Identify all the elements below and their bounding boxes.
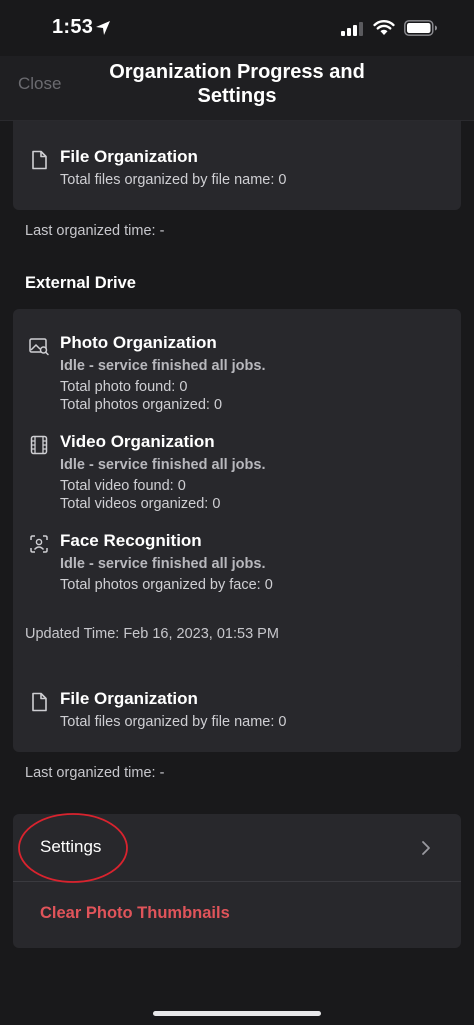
file-icon <box>32 150 47 170</box>
external-file-organization-title: File Organization <box>60 689 198 708</box>
external-last-organized-time: Last organized time: - <box>25 765 165 781</box>
file-icon <box>32 692 47 712</box>
status-time: 1:53 <box>52 16 94 38</box>
page-title-line-2: Settings <box>197 85 277 107</box>
photo-organization-status: Idle - service finished all jobs. <box>60 358 266 374</box>
photo-organized-count: Total photos organized: 0 <box>60 397 223 413</box>
face-organized-count: Total photos organized by face: 0 <box>60 577 273 593</box>
face-recognition-title: Face Recognition <box>60 531 202 550</box>
wifi-icon <box>373 20 395 35</box>
screen: 1:53 Close Organization Progress and Set… <box>0 0 474 1025</box>
settings-row[interactable]: Settings <box>13 814 461 882</box>
video-organization-status: Idle - service finished all jobs. <box>60 457 266 473</box>
status-bar: 1:53 <box>0 0 474 56</box>
updated-time: Updated Time: Feb 16, 2023, 01:53 PM <box>25 626 279 642</box>
close-button[interactable]: Close <box>18 74 61 94</box>
video-organized-count: Total videos organized: 0 <box>60 496 221 512</box>
photo-found-count: Total photo found: 0 <box>60 379 188 395</box>
page-title-line-1: Organization Progress and <box>109 61 365 83</box>
video-found-count: Total video found: 0 <box>60 478 186 494</box>
settings-list: Settings Clear Photo Thumbnails <box>13 814 461 948</box>
photo-organization-title: Photo Organization <box>60 333 217 352</box>
external-file-organization-count: Total files organized by file name: 0 <box>60 714 287 730</box>
clear-photo-thumbnails-button[interactable]: Clear Photo Thumbnails <box>13 882 461 948</box>
face-recognition-status: Idle - service finished all jobs. <box>60 556 266 572</box>
signal-icon <box>341 22 363 36</box>
chevron-right-icon <box>422 841 430 855</box>
nav-bar: Close Organization Progress and Settings <box>0 56 474 121</box>
external-file-organization-card: File Organization Total files organized … <box>13 665 461 752</box>
settings-label: Settings <box>40 837 102 856</box>
photo-search-icon <box>29 338 49 356</box>
section-title-external-drive: External Drive <box>25 274 136 292</box>
face-scan-icon <box>30 535 48 553</box>
clear-photo-thumbnails-label: Clear Photo Thumbnails <box>40 904 230 922</box>
battery-icon <box>404 20 437 36</box>
file-organization-title: File Organization <box>60 147 198 166</box>
home-indicator[interactable] <box>153 1011 321 1016</box>
video-organization-title: Video Organization <box>60 432 215 451</box>
film-icon <box>30 435 48 455</box>
location-arrow-icon <box>96 21 110 35</box>
file-organization-count: Total files organized by file name: 0 <box>60 172 287 188</box>
last-organized-time: Last organized time: - <box>25 223 165 239</box>
page-title: Organization Progress and Settings <box>90 60 384 108</box>
file-organization-card: File Organization Total files organized … <box>13 121 461 210</box>
